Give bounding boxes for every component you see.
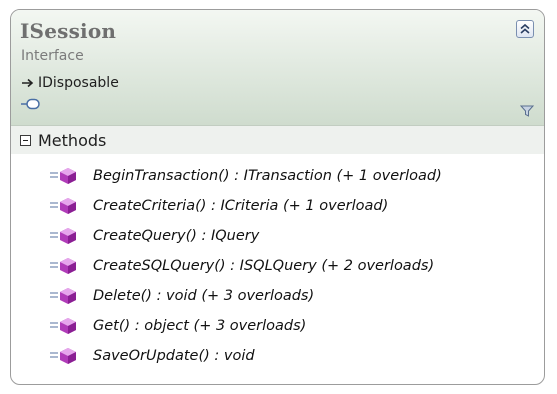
collapse-minus-icon[interactable] <box>20 134 31 146</box>
collapse-button[interactable] <box>516 20 534 38</box>
methods-compartment-title: Methods <box>38 130 107 150</box>
interface-lollipop-icon <box>21 98 41 110</box>
method-signature: Delete() : void (+ 3 overloads) <box>93 288 315 304</box>
type-name: ISession <box>20 19 117 43</box>
method-signature: CreateQuery() : IQuery <box>93 228 260 244</box>
method-item[interactable]: CreateSQLQuery() : ISQLQuery (+ 2 overlo… <box>47 254 434 278</box>
method-icon <box>47 195 81 217</box>
method-item[interactable]: CreateCriteria() : ICriteria (+ 1 overlo… <box>47 194 388 218</box>
method-icon <box>47 345 81 367</box>
base-type-name: IDisposable <box>38 75 119 91</box>
method-signature: BeginTransaction() : ITransaction (+ 1 o… <box>93 168 442 184</box>
method-item[interactable]: Get() : object (+ 3 overloads) <box>47 314 306 338</box>
method-icon <box>47 255 81 277</box>
method-icon <box>47 225 81 247</box>
method-icon <box>47 315 81 337</box>
method-item[interactable]: BeginTransaction() : ITransaction (+ 1 o… <box>47 164 442 188</box>
class-shape-isession[interactable]: ISession Interface IDisposable Methods B… <box>10 9 545 385</box>
filter-icon[interactable] <box>520 104 534 118</box>
collapse-chevrons-icon <box>520 23 530 34</box>
method-signature: Get() : object (+ 3 overloads) <box>93 318 307 334</box>
methods-compartment-header[interactable]: Methods <box>11 126 544 154</box>
shape-header: ISession Interface IDisposable <box>11 10 544 126</box>
base-type-row: IDisposable <box>21 75 119 91</box>
method-signature: CreateCriteria() : ICriteria (+ 1 overlo… <box>93 198 389 214</box>
type-stereotype: Interface <box>21 48 84 64</box>
method-item[interactable]: CreateQuery() : IQuery <box>47 224 259 248</box>
method-signature: SaveOrUpdate() : void <box>93 348 255 364</box>
method-signature: CreateSQLQuery() : ISQLQuery (+ 2 overlo… <box>93 258 435 274</box>
inheritance-arrow-icon <box>21 78 35 88</box>
method-item[interactable]: Delete() : void (+ 3 overloads) <box>47 284 314 308</box>
method-item[interactable]: SaveOrUpdate() : void <box>47 344 255 368</box>
method-icon <box>47 165 81 187</box>
method-icon <box>47 285 81 307</box>
